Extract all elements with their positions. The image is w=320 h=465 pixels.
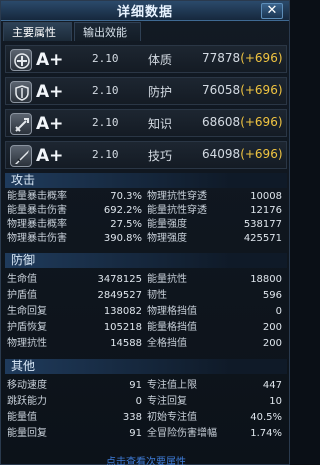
attribute-grade: A+	[36, 114, 64, 134]
stat-item: 物理抗性穿透 10008	[147, 191, 282, 202]
attribute-name: 技巧	[148, 149, 173, 163]
stat-item: 专注值上限 447	[147, 380, 282, 391]
attribute-row-protection: A+ 2.10 防护 76058(+696)	[5, 77, 287, 105]
stat-item: 生命回复 138082	[7, 306, 142, 317]
section-title: 其他	[11, 359, 36, 373]
attribute-row-skill: A+ 2.10 技巧 64098(+696)	[5, 141, 287, 169]
stat-item: 全冒险伤害增幅 1.74%	[147, 428, 282, 439]
attribute-percent: 2.10	[92, 84, 119, 97]
tab-output-efficiency[interactable]: 输出效能	[74, 22, 141, 41]
stat-item: 能量暴击概率 70.3%	[7, 191, 142, 202]
stat-item: 物理暴击伤害 390.8%	[7, 233, 142, 244]
attribute-bonus: (+696)	[240, 115, 283, 129]
attribute-value: 68608(+696)	[202, 115, 283, 129]
stat-item: 能量抗性穿透 12176	[147, 205, 282, 216]
stat-item: 能量抗性 18800	[147, 274, 282, 285]
attribute-value: 77878(+696)	[202, 51, 283, 65]
stat-item: 移动速度 91	[7, 380, 142, 391]
plus-shield-icon	[10, 49, 32, 71]
section-header-other: 其他	[5, 359, 287, 374]
blade-icon	[10, 145, 32, 167]
stat-item: 韧性 596	[147, 290, 282, 301]
attribute-grade: A+	[36, 82, 64, 102]
stat-item: 物理暴击概率 27.5%	[7, 219, 142, 230]
stat-item: 跳跃能力 0	[7, 396, 142, 407]
section-title: 攻击	[11, 173, 36, 187]
section-header-attack: 攻击	[5, 173, 287, 188]
stat-item: 初始专注值 40.5%	[147, 412, 282, 423]
attribute-bonus: (+696)	[240, 83, 283, 97]
attribute-name: 防护	[148, 85, 173, 99]
attribute-row-knowledge: A+ 2.10 知识 68608(+696)	[5, 109, 287, 137]
attribute-bonus: (+696)	[240, 51, 283, 65]
attribute-name: 知识	[148, 117, 173, 131]
attribute-row-constitution: A+ 2.10 体质 77878(+696)	[5, 45, 287, 73]
stat-item: 能量格挡值 200	[147, 322, 282, 333]
shield-icon	[10, 81, 32, 103]
attribute-percent: 2.10	[92, 52, 119, 65]
secondary-attributes-link[interactable]: 点击查看次要属性	[5, 456, 287, 465]
stat-item: 能量值 338	[7, 412, 142, 423]
close-button[interactable]: ✕	[261, 3, 283, 19]
stat-item: 物理格挡值 0	[147, 306, 282, 317]
window-title: 详细数据	[116, 5, 173, 20]
section-header-defense: 防御	[5, 253, 287, 268]
title-bar: 详细数据 ✕	[1, 1, 289, 21]
stat-item: 全格挡值 200	[147, 338, 282, 349]
attribute-value: 76058(+696)	[202, 83, 283, 97]
stat-item: 专注回复 10	[147, 396, 282, 407]
stat-item: 护盾恢复 105218	[7, 322, 142, 333]
stat-item: 物理抗性 14588	[7, 338, 142, 349]
stat-item: 能量暴击伤害 692.2%	[7, 205, 142, 216]
tab-main-attributes[interactable]: 主要属性	[3, 22, 72, 41]
stat-item: 能量强度 538177	[147, 219, 282, 230]
stat-item: 能量回复 91	[7, 428, 142, 439]
section-title: 防御	[11, 253, 36, 267]
attribute-grade: A+	[36, 50, 64, 70]
stat-item: 物理强度 425571	[147, 233, 282, 244]
attribute-name: 体质	[148, 53, 173, 67]
attribute-bonus: (+696)	[240, 147, 283, 161]
crossed-swords-icon	[10, 113, 32, 135]
stat-item: 生命值 3478125	[7, 274, 142, 285]
stat-item: 护盾值 2849527	[7, 290, 142, 301]
attribute-percent: 2.10	[92, 116, 119, 129]
attribute-value: 64098(+696)	[202, 147, 283, 161]
attribute-percent: 2.10	[92, 148, 119, 161]
attribute-grade: A+	[36, 146, 64, 166]
stats-panel: 详细数据 ✕ 主要属性 输出效能 A+ 2.10 体质 77878(+696) …	[0, 0, 290, 465]
